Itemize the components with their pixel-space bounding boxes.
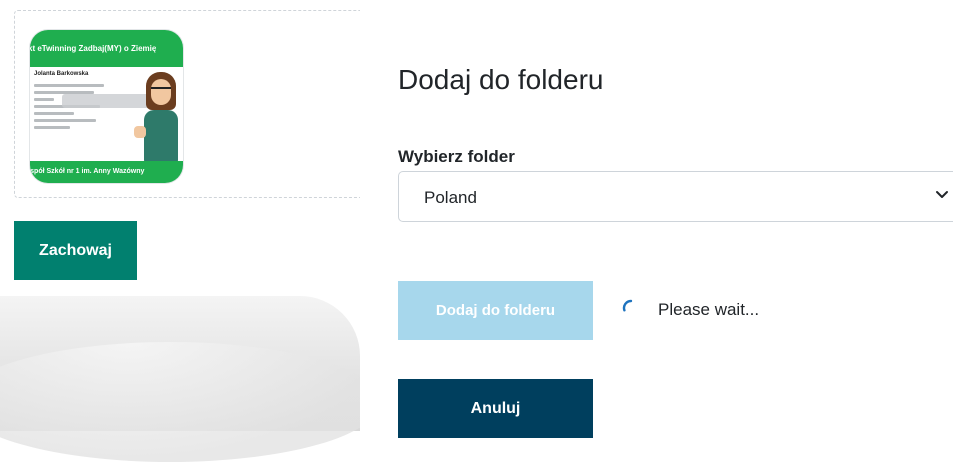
folder-select[interactable]: Poland bbox=[398, 171, 953, 222]
folder-select-label: Wybierz folder bbox=[398, 147, 515, 166]
avatar-illustration-icon bbox=[134, 70, 180, 162]
folder-select-value: Poland bbox=[424, 188, 477, 207]
project-thumbnail: Projekt eTwinning Zadbaj(MY) o Ziemię Jo… bbox=[30, 30, 183, 183]
spinner-icon bbox=[622, 299, 633, 312]
thumbnail-author: Jolanta Barkowska bbox=[34, 71, 89, 77]
add-to-folder-button[interactable]: Dodaj do folderu bbox=[398, 281, 593, 340]
cancel-button[interactable]: Anuluj bbox=[398, 379, 593, 438]
background-decoration bbox=[0, 296, 380, 462]
dialog-title: Dodaj do folderu bbox=[398, 64, 604, 95]
chevron-down-icon bbox=[936, 191, 948, 198]
please-wait-text: Please wait... bbox=[658, 300, 760, 319]
thumbnail-header: Projekt eTwinning Zadbaj(MY) o Ziemię bbox=[30, 30, 183, 67]
add-to-folder-dialog: Dodaj do folderu Wybierz folder Poland D… bbox=[360, 0, 953, 438]
save-button[interactable]: Zachowaj bbox=[14, 221, 137, 280]
thumbnail-footer: Zespół Szkół nr 1 im. Anny Wazówny bbox=[30, 161, 183, 183]
thumbnail-text-lines bbox=[34, 84, 114, 133]
